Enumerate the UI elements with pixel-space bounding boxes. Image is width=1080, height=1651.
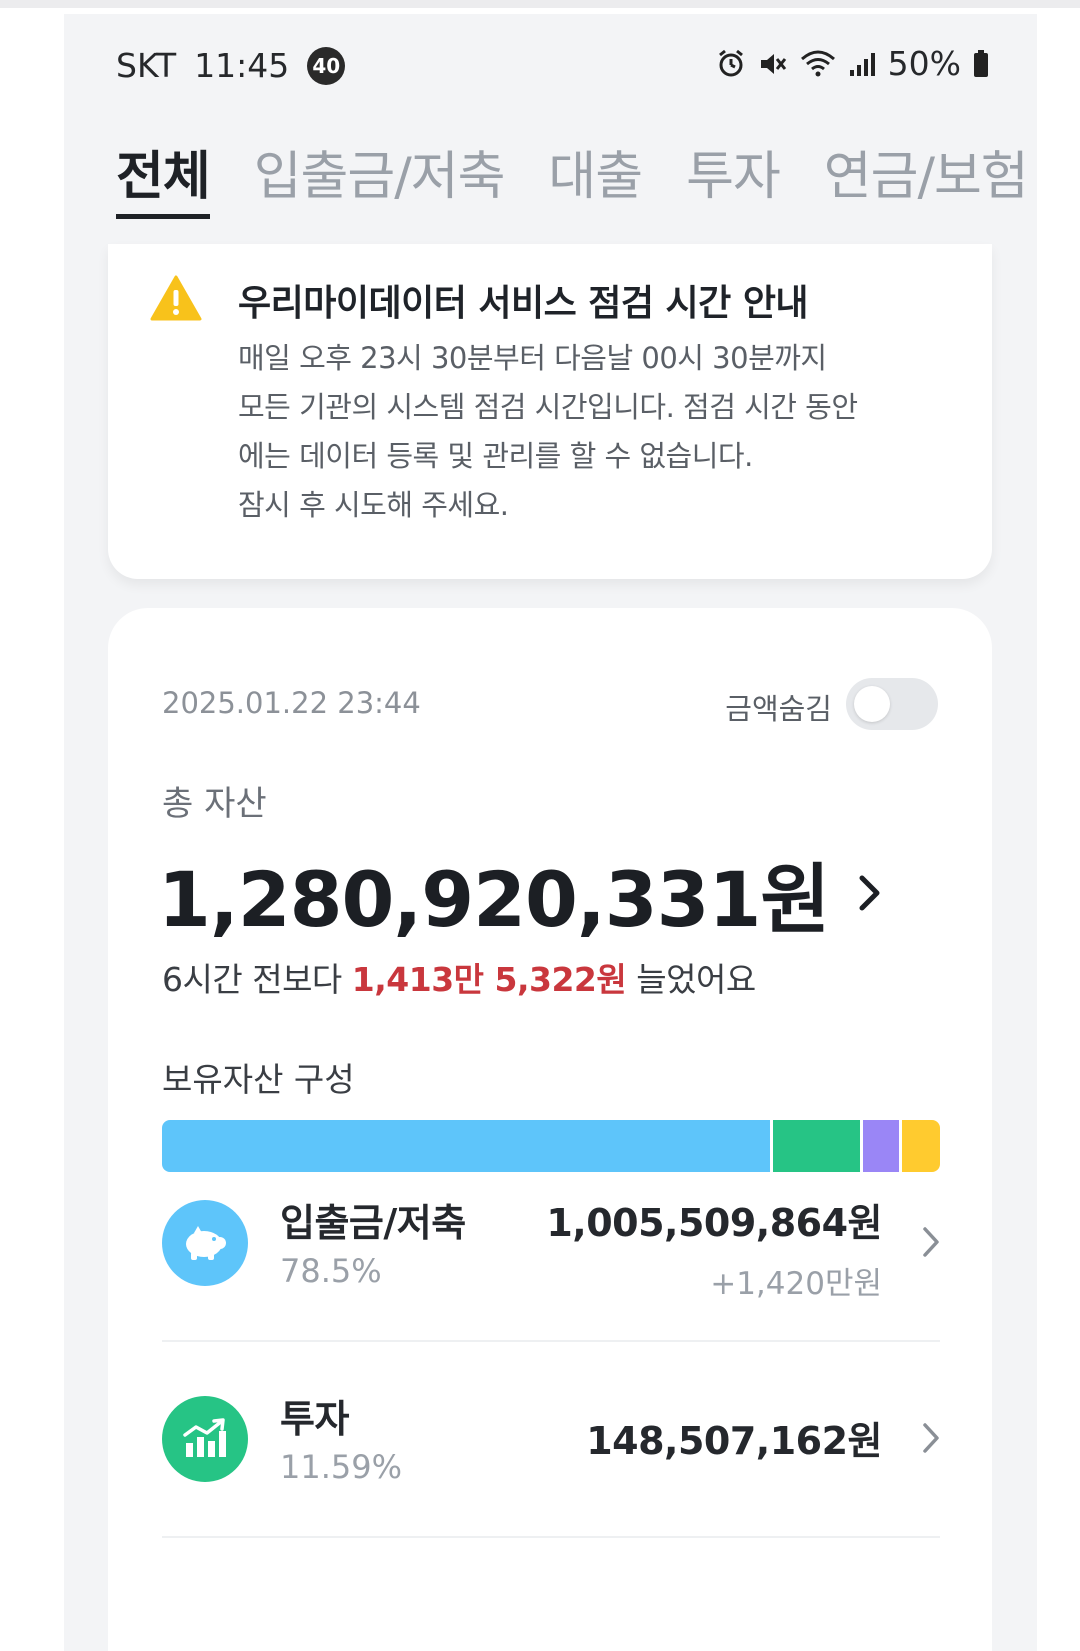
battery-percent: 50% bbox=[887, 44, 961, 83]
asset-item-amount: 1,005,509,864원 bbox=[546, 1201, 882, 1245]
wifi-icon bbox=[800, 49, 836, 79]
asset-item-percent: 11.59% bbox=[280, 1448, 403, 1486]
divider bbox=[162, 1340, 940, 1342]
total-assets-row[interactable]: 1,280,920,331원 bbox=[158, 838, 883, 948]
status-left: SKT 11:45 40 bbox=[116, 46, 346, 85]
mute-icon bbox=[758, 49, 788, 79]
total-assets-label: 총 자산 bbox=[162, 784, 267, 824]
asset-item-amount: 148,507,162원 bbox=[586, 1419, 882, 1463]
warning-icon bbox=[150, 274, 202, 326]
composition-bar bbox=[162, 1120, 940, 1172]
tab-loan[interactable]: 대출 bbox=[548, 134, 643, 219]
notice-line: 매일 오후 23시 30분부터 다음날 00시 30분까지 bbox=[238, 341, 827, 375]
signal-icon bbox=[848, 50, 876, 78]
battery-icon bbox=[973, 49, 989, 79]
notice-line: 모든 기관의 시스템 점검 시간입니다. 점검 시간 동안 bbox=[238, 390, 858, 424]
chevron-right-icon bbox=[922, 1226, 940, 1262]
asset-item-investment[interactable]: 투자 11.59% 148,507,162원 bbox=[162, 1396, 940, 1516]
maintenance-notice-card: 우리마이데이터 서비스 점검 시간 안내 매일 오후 23시 30분부터 다음날… bbox=[108, 244, 992, 579]
notice-title: 우리마이데이터 서비스 점검 시간 안내 bbox=[238, 283, 809, 324]
phone-screen: SKT 11:45 40 50% 전체 입출금/저축 대출 투자 연금/보험 우… bbox=[64, 14, 1037, 1651]
status-bar: SKT 11:45 40 50% bbox=[64, 14, 1037, 114]
change-amount: 1,413만 5,322원 bbox=[351, 960, 627, 999]
asset-item-deposit[interactable]: 입출금/저축 78.5% 1,005,509,864원 +1,420만원 bbox=[162, 1200, 940, 1320]
chevron-right-icon bbox=[922, 1422, 940, 1458]
top-edge bbox=[0, 0, 1080, 8]
composition-segment bbox=[162, 1120, 773, 1172]
tab-pension-insurance[interactable]: 연금/보험 bbox=[824, 134, 1029, 219]
asset-change-text: 6시간 전보다 1,413만 5,322원 늘었어요 bbox=[162, 953, 756, 1001]
asset-item-percent: 78.5% bbox=[280, 1252, 382, 1290]
notice-line: 에는 데이터 등록 및 관리를 할 수 없습니다. bbox=[238, 439, 753, 473]
total-assets-amount: 1,280,920,331원 bbox=[158, 855, 830, 944]
clock: 11:45 bbox=[194, 46, 290, 85]
tab-all[interactable]: 전체 bbox=[116, 134, 211, 219]
notice-body: 매일 오후 23시 30분부터 다음날 00시 30분까지 모든 기관의 시스템… bbox=[238, 334, 958, 530]
asset-item-delta: +1,420만원 bbox=[710, 1266, 882, 1302]
carrier-label: SKT bbox=[116, 46, 177, 85]
toggle-knob bbox=[854, 686, 890, 722]
composition-segment bbox=[862, 1120, 902, 1172]
composition-segment bbox=[901, 1120, 940, 1172]
divider bbox=[162, 1536, 940, 1538]
composition-segment bbox=[772, 1120, 863, 1172]
composition-label: 보유자산 구성 bbox=[162, 1060, 355, 1099]
notice-line: 잠시 후 시도해 주세요. bbox=[238, 488, 509, 522]
hide-amount-toggle[interactable] bbox=[846, 678, 938, 730]
asset-item-name: 입출금/저축 bbox=[280, 1201, 466, 1245]
alarm-icon bbox=[716, 49, 746, 79]
notification-count-badge: 40 bbox=[307, 46, 346, 85]
chart-growth-icon bbox=[162, 1396, 248, 1482]
asset-summary-card: 2025.01.22 23:44 금액숨김 총 자산 1,280,920,331… bbox=[108, 608, 992, 1651]
chevron-right-icon bbox=[857, 873, 883, 913]
tab-deposit-savings[interactable]: 입출금/저축 bbox=[254, 134, 506, 219]
piggy-bank-icon bbox=[162, 1200, 248, 1286]
hide-amount-label: 금액숨김 bbox=[725, 692, 832, 726]
status-right: 50% bbox=[716, 44, 989, 83]
asset-item-name: 투자 bbox=[280, 1397, 349, 1441]
last-updated-timestamp: 2025.01.22 23:44 bbox=[162, 686, 421, 720]
category-tabs: 전체 입출금/저축 대출 투자 연금/보험 bbox=[116, 134, 1029, 219]
change-prefix: 6시간 전보다 bbox=[162, 960, 352, 999]
tab-investment[interactable]: 투자 bbox=[686, 134, 781, 219]
change-suffix: 늘었어요 bbox=[626, 960, 756, 999]
